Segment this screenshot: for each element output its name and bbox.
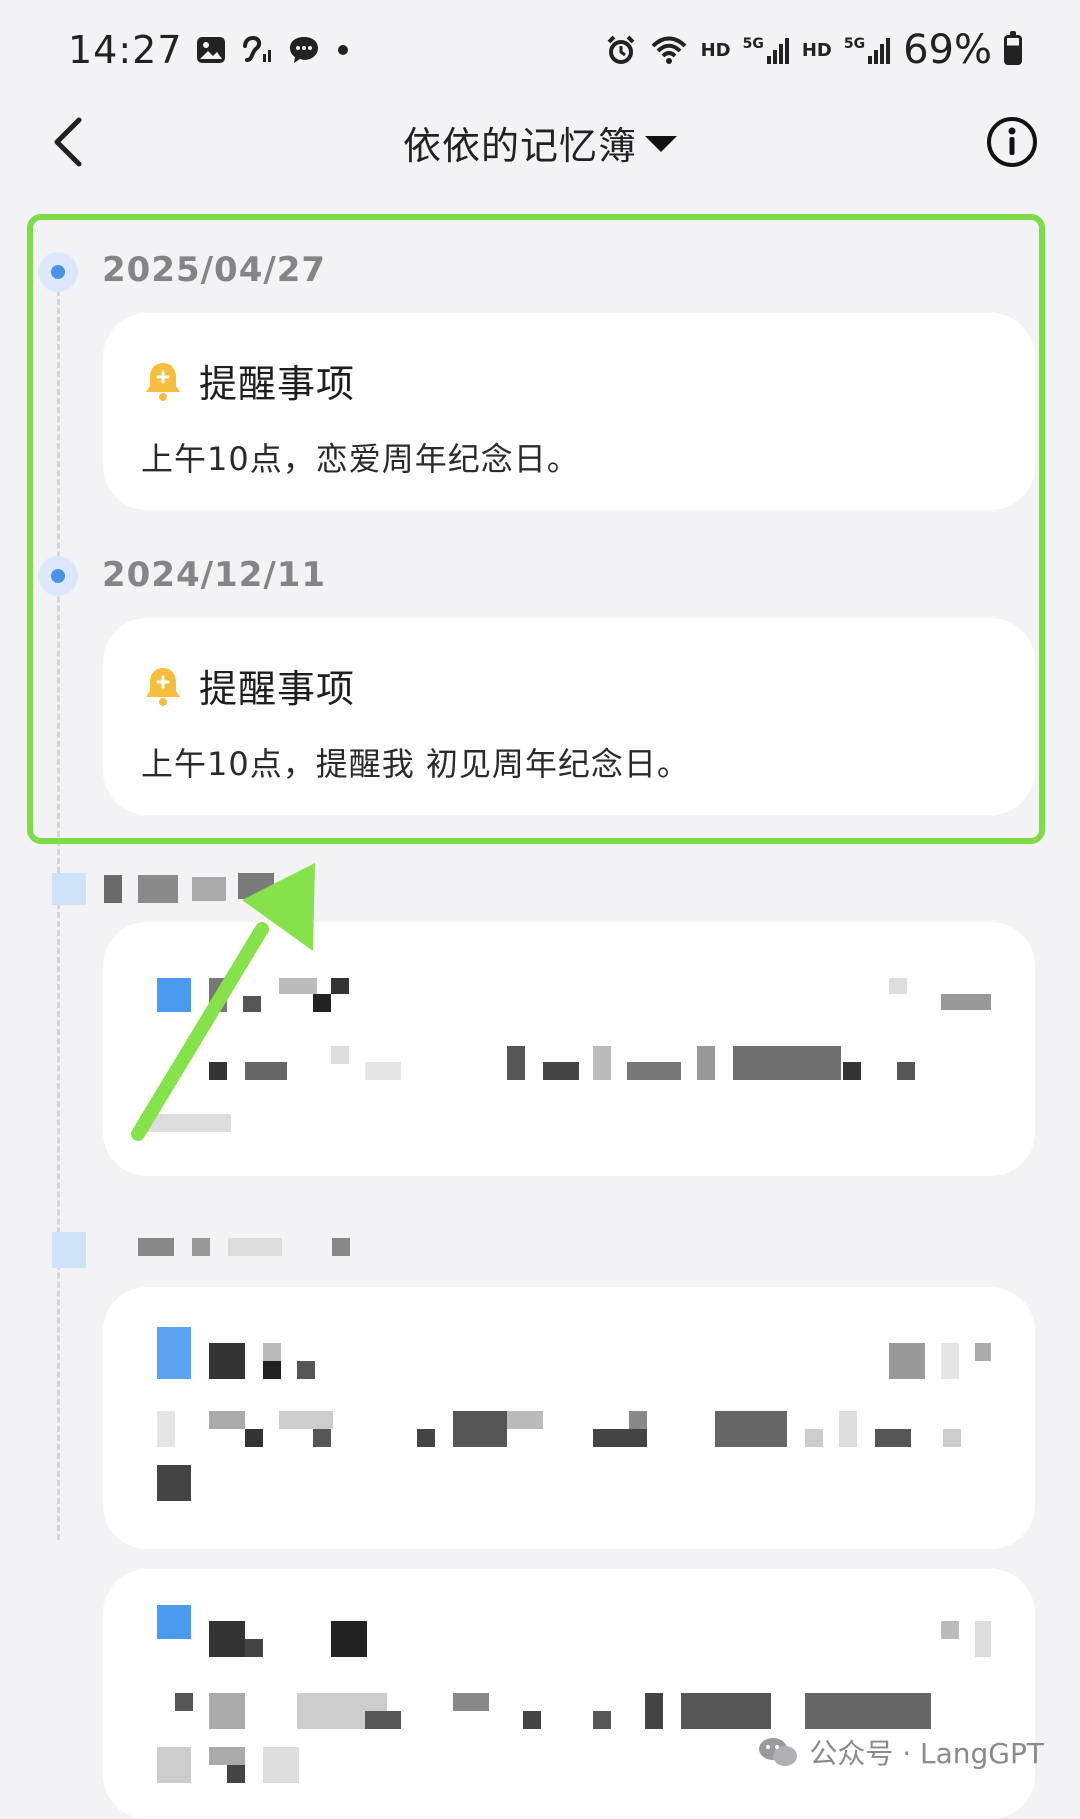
card-header: 提醒事项	[141, 353, 997, 408]
reminder-card[interactable]: 提醒事项 上午10点，提醒我 初见周年纪念日。	[103, 618, 1035, 815]
timeline-dot	[38, 556, 78, 596]
redacted-card[interactable]	[103, 922, 1035, 1176]
hearing-icon	[242, 35, 271, 62]
back-button[interactable]	[40, 114, 96, 170]
card-header: 提醒事项	[141, 658, 997, 713]
clock: 14:27	[68, 28, 183, 72]
gallery-icon	[196, 37, 225, 63]
timeline-line	[57, 290, 60, 1540]
watermark: 公众号 · LangGPT	[757, 1732, 1044, 1772]
status-bar: 14:27 HD 5G HD 5G 69%	[0, 0, 1080, 100]
card-body: 上午10点，提醒我 初见周年纪念日。	[141, 745, 690, 783]
header: 依依的记忆簿	[0, 100, 1080, 184]
redacted-card[interactable]	[103, 1287, 1035, 1549]
timeline-date: 2025/04/27	[102, 250, 327, 290]
caret-down-icon	[645, 136, 677, 152]
status-right: HD 5G HD 5G 69%	[605, 27, 1022, 73]
chevron-left-icon	[54, 117, 82, 167]
card-title: 提醒事项	[199, 362, 356, 406]
title-dropdown[interactable]: 依依的记忆簿	[403, 115, 677, 170]
page-title: 依依的记忆簿	[402, 123, 637, 168]
network-type-2: 5G	[843, 36, 866, 52]
wechat-icon	[759, 1738, 798, 1766]
status-left: 14:27	[68, 28, 353, 72]
redacted-date	[52, 1232, 352, 1268]
signal-1: 5G	[743, 36, 790, 64]
redacted-card[interactable]	[103, 1569, 1035, 1819]
hd-indicator-2: HD	[801, 39, 832, 61]
timeline-date: 2024/12/11	[102, 555, 327, 595]
message-icon	[289, 37, 318, 63]
redacted-date	[52, 873, 322, 905]
network-type-1: 5G	[742, 36, 764, 52]
signal-bars-icon	[868, 38, 891, 64]
timeline-dot	[38, 252, 78, 292]
notification-dot-icon	[337, 45, 348, 55]
signal-bars-icon	[766, 38, 789, 64]
info-icon	[987, 117, 1037, 167]
bell-icon	[146, 362, 180, 401]
battery-percent: 69%	[903, 27, 992, 73]
card-body: 上午10点，恋爱周年纪念日。	[141, 440, 580, 478]
alarm-icon	[607, 35, 635, 64]
battery-icon	[1004, 31, 1022, 65]
wifi-icon	[651, 36, 687, 64]
card-title: 提醒事项	[199, 667, 356, 711]
signal-2: 5G	[844, 36, 891, 64]
info-button[interactable]	[984, 114, 1040, 170]
watermark-text: 公众号 · LangGPT	[809, 1737, 1044, 1770]
bell-icon	[146, 667, 180, 706]
hd-indicator-1: HD	[700, 39, 731, 61]
reminder-card[interactable]: 提醒事项 上午10点，恋爱周年纪念日。	[103, 313, 1035, 510]
